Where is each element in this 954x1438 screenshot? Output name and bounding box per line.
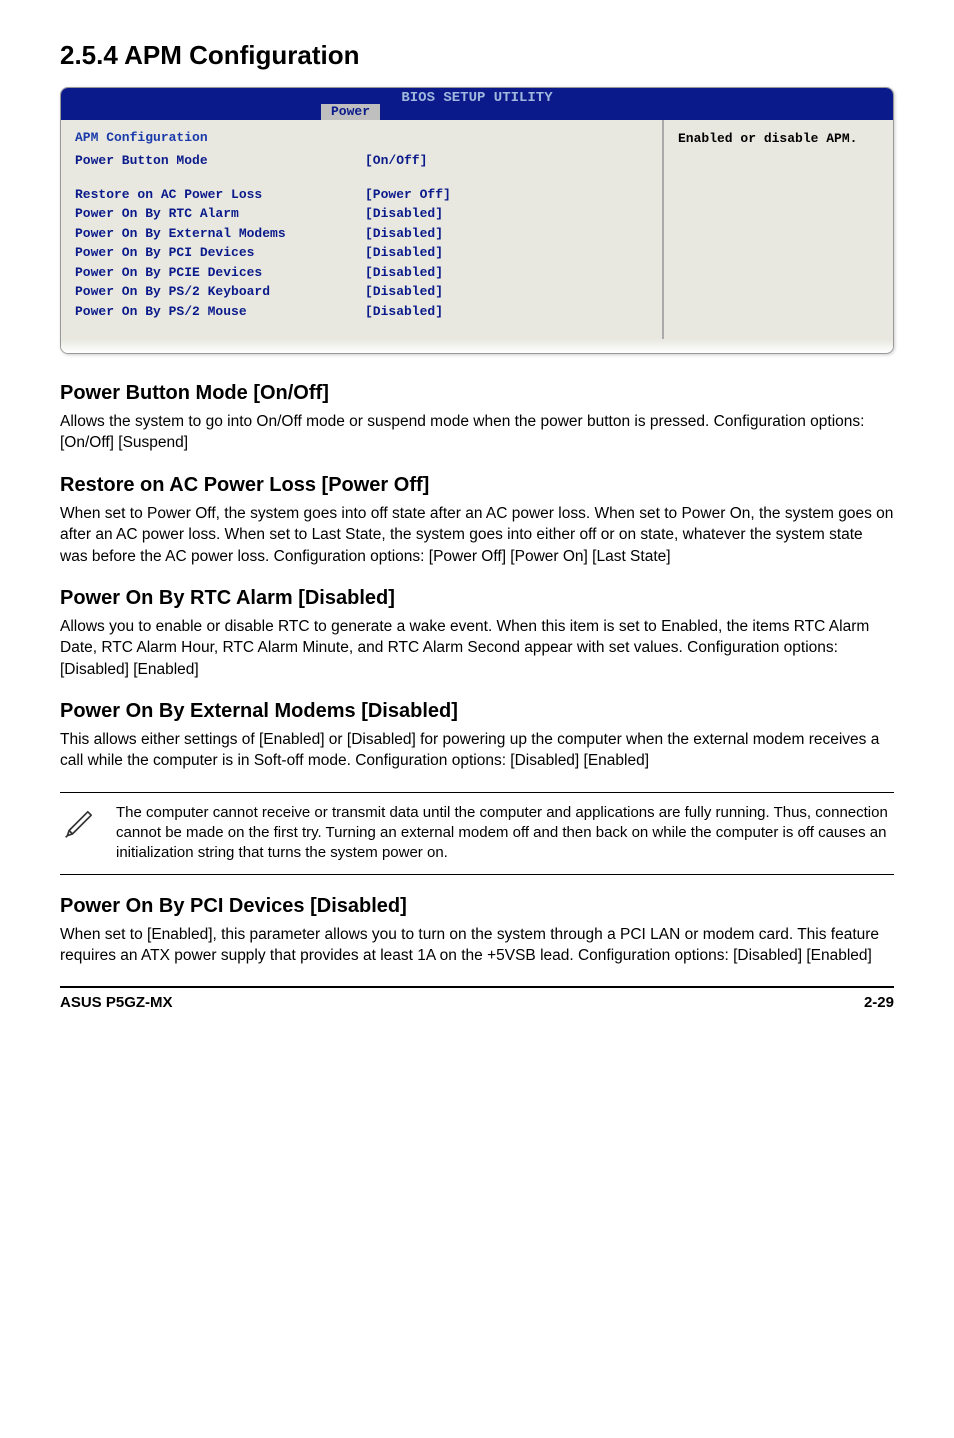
bios-row: Power On By RTC Alarm [Disabled] xyxy=(75,204,648,224)
bios-header: BIOS SETUP UTILITY Power xyxy=(61,88,893,120)
bios-row-label: Power On By PS/2 Mouse xyxy=(75,302,365,322)
bios-row-label: Power On By RTC Alarm xyxy=(75,204,365,224)
bios-row-label: Power On By PCIE Devices xyxy=(75,263,365,283)
paragraph: When set to Power Off, the system goes i… xyxy=(60,503,894,567)
subheading-restore-ac: Restore on AC Power Loss [Power Off] xyxy=(60,474,894,497)
bios-row-value: [Disabled] xyxy=(365,243,443,263)
bios-row: Power On By PS/2 Keyboard [Disabled] xyxy=(75,282,648,302)
spacer xyxy=(75,171,648,185)
bios-row: Power On By PCIE Devices [Disabled] xyxy=(75,263,648,283)
subheading-rtc-alarm: Power On By RTC Alarm [Disabled] xyxy=(60,587,894,610)
bios-row-label: Power On By PCI Devices xyxy=(75,243,365,263)
bios-row-value: [Disabled] xyxy=(365,224,443,244)
bios-section-title: APM Configuration xyxy=(75,130,648,145)
fade xyxy=(61,339,893,353)
bios-row: Power On By PS/2 Mouse [Disabled] xyxy=(75,302,648,322)
section-heading: 2.5.4 APM Configuration xyxy=(60,40,894,71)
bios-row: Power Button Mode [On/Off] xyxy=(75,151,648,171)
footer-left: ASUS P5GZ-MX xyxy=(60,994,173,1011)
bios-header-title: BIOS SETUP UTILITY xyxy=(61,90,893,106)
page-footer: ASUS P5GZ-MX 2-29 xyxy=(60,986,894,1011)
note-block: The computer cannot receive or transmit … xyxy=(60,792,894,875)
bios-screenshot: BIOS SETUP UTILITY Power APM Configurati… xyxy=(60,87,894,354)
bios-tab-power: Power xyxy=(321,104,380,120)
bios-row-label: Power On By External Modems xyxy=(75,224,365,244)
bios-row-value: [Disabled] xyxy=(365,204,443,224)
subheading-power-button-mode: Power Button Mode [On/Off] xyxy=(60,382,894,405)
bios-row-value: [On/Off] xyxy=(365,151,427,171)
bios-row: Power On By External Modems [Disabled] xyxy=(75,224,648,244)
bios-row-value: [Disabled] xyxy=(365,302,443,322)
bios-row-label: Restore on AC Power Loss xyxy=(75,185,365,205)
paragraph: Allows you to enable or disable RTC to g… xyxy=(60,616,894,680)
paragraph: Allows the system to go into On/Off mode… xyxy=(60,411,894,454)
bios-left-pane: APM Configuration Power Button Mode [On/… xyxy=(61,120,663,339)
subheading-pci-devices: Power On By PCI Devices [Disabled] xyxy=(60,895,894,918)
subheading-external-modems: Power On By External Modems [Disabled] xyxy=(60,700,894,723)
paragraph: This allows either settings of [Enabled]… xyxy=(60,729,894,772)
bios-row-label: Power On By PS/2 Keyboard xyxy=(75,282,365,302)
paragraph: When set to [Enabled], this parameter al… xyxy=(60,924,894,967)
bios-row-value: [Disabled] xyxy=(365,282,443,302)
bios-row-value: [Disabled] xyxy=(365,263,443,283)
bios-row-label: Power Button Mode xyxy=(75,151,365,171)
bios-right-pane: Enabled or disable APM. xyxy=(663,120,893,339)
bios-row: Restore on AC Power Loss [Power Off] xyxy=(75,185,648,205)
note-text: The computer cannot receive or transmit … xyxy=(116,803,890,864)
bios-row-value: [Power Off] xyxy=(365,185,451,205)
bios-row: Power On By PCI Devices [Disabled] xyxy=(75,243,648,263)
bios-help-text: Enabled or disable APM. xyxy=(678,130,879,148)
pencil-note-icon xyxy=(64,805,98,839)
bios-body: APM Configuration Power Button Mode [On/… xyxy=(61,120,893,339)
footer-right: 2-29 xyxy=(864,994,894,1011)
